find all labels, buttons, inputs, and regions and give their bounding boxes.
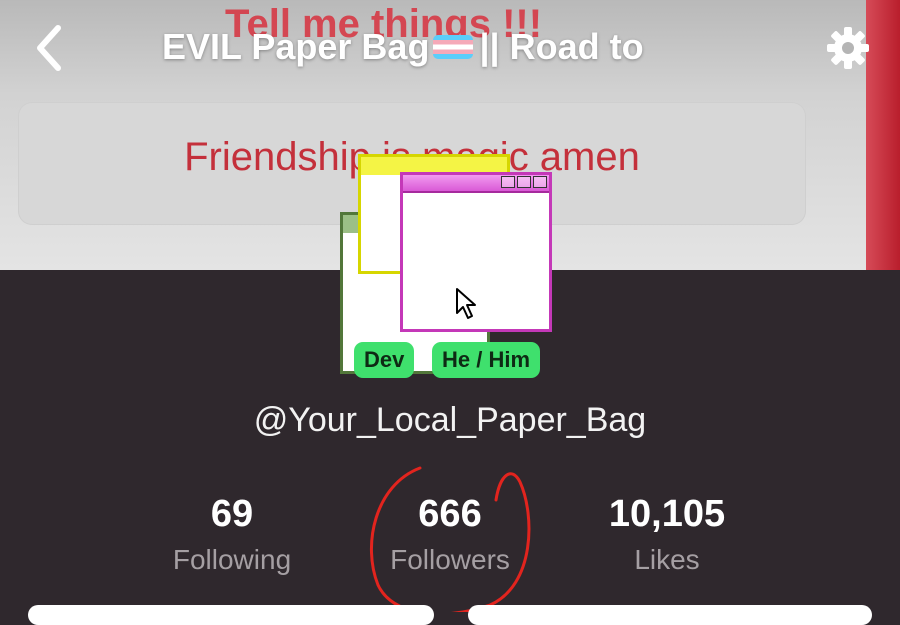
stat-followers[interactable]: 666 Followers <box>340 492 560 576</box>
stat-followers-label: Followers <box>390 544 510 575</box>
stat-likes-label: Likes <box>634 544 700 575</box>
header: EVIL Paper Bag || Road to <box>0 0 900 96</box>
back-button[interactable] <box>30 22 70 74</box>
stat-likes[interactable]: 10,105 Likes <box>557 492 777 576</box>
tag-pronouns: He / Him <box>432 342 541 378</box>
stat-likes-value: 10,105 <box>608 493 726 535</box>
page-title: EVIL Paper Bag || Road to <box>162 26 644 68</box>
chevron-left-icon <box>37 25 61 71</box>
stat-followers-value: 666 <box>418 493 482 535</box>
avatar-window-pink <box>400 172 552 332</box>
mouse-cursor-icon <box>456 288 476 319</box>
page-title-suffix: || Road to <box>479 26 644 67</box>
message-button[interactable] <box>468 605 872 625</box>
follow-button[interactable] <box>28 605 434 625</box>
tag-dev: Dev <box>354 342 415 378</box>
gear-icon <box>827 27 869 69</box>
stat-following-label: Following <box>172 544 292 575</box>
page-title-text: EVIL Paper Bag <box>162 26 430 67</box>
settings-button[interactable] <box>826 26 870 70</box>
trans-flag-icon <box>433 35 474 60</box>
stat-following-value: 69 <box>210 493 254 535</box>
window-controls-icon <box>501 176 547 188</box>
username: @Your_Local_Paper_Bag <box>253 401 647 439</box>
stat-following[interactable]: 69 Following <box>122 492 342 576</box>
